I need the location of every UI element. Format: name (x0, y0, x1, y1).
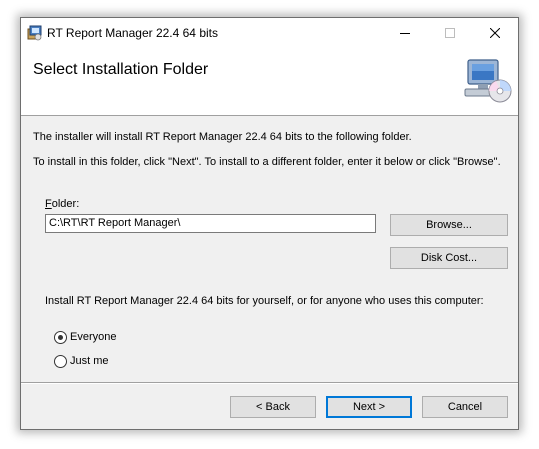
installer-window: RT Report Manager 22.4 64 bits Select In… (20, 17, 519, 430)
everyone-radio[interactable] (54, 331, 67, 344)
footer-divider (21, 382, 518, 384)
folder-label: Folder: (45, 198, 79, 210)
wizard-header: Select Installation Folder (21, 49, 518, 116)
next-button[interactable]: Next > (326, 396, 412, 418)
close-icon (490, 28, 500, 38)
close-button[interactable] (472, 18, 518, 49)
just-me-radio-label[interactable]: Just me (70, 355, 109, 367)
browse-button[interactable]: Browse... (390, 214, 508, 236)
just-me-radio[interactable] (54, 355, 67, 368)
page-title: Select Installation Folder (33, 61, 209, 78)
cancel-button[interactable]: Cancel (422, 396, 508, 418)
minimize-button[interactable] (382, 18, 428, 49)
disk-cost-button[interactable]: Disk Cost... (390, 247, 508, 269)
installer-app-icon (27, 25, 43, 41)
install-instructions-text: To install in this folder, click "Next".… (33, 156, 501, 168)
radio-selected-dot (58, 335, 63, 340)
install-location-text: The installer will install RT Report Man… (33, 131, 412, 143)
back-button[interactable]: < Back (230, 396, 316, 418)
window-title: RT Report Manager 22.4 64 bits (47, 26, 218, 40)
computer-cd-icon (463, 58, 513, 106)
title-bar[interactable]: RT Report Manager 22.4 64 bits (21, 18, 518, 49)
folder-label-text: older: (51, 198, 80, 210)
folder-label-accelerator: F (45, 198, 52, 210)
install-scope-prompt: Install RT Report Manager 22.4 64 bits f… (45, 295, 484, 307)
folder-path-input[interactable]: C:\RT\RT Report Manager\ (45, 214, 376, 233)
minimize-icon (400, 33, 410, 34)
maximize-icon (445, 28, 455, 38)
everyone-radio-label[interactable]: Everyone (70, 331, 116, 343)
maximize-button[interactable] (427, 18, 473, 49)
